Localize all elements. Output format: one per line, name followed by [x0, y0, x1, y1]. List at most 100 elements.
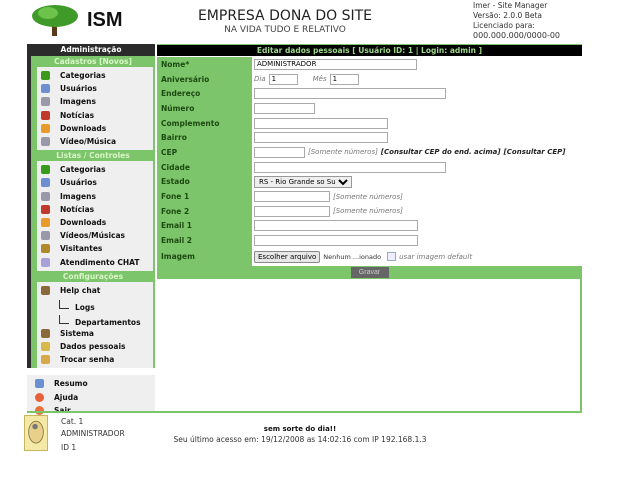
sidebar-item-label: Vídeo/Música — [60, 137, 117, 147]
nome-input[interactable] — [254, 58, 417, 70]
sidebar-item-label: Downloads — [60, 217, 107, 227]
video-icon — [41, 137, 50, 147]
complemento-label: Complemento — [157, 115, 252, 131]
email1-input[interactable] — [254, 220, 418, 232]
file-status: Nenhum ...ionado — [323, 252, 382, 261]
numero-label: Número — [157, 101, 252, 116]
license-number: 000.000.000/0000-00 — [473, 31, 561, 40]
sidebar-item-video-musica[interactable]: Vídeo/Música — [37, 135, 153, 148]
bairro-input[interactable] — [254, 132, 388, 144]
tree-branch-icon — [59, 314, 69, 324]
fone2-input[interactable] — [254, 205, 330, 217]
dia-input[interactable] — [268, 73, 298, 85]
sidebar-item-imagens[interactable]: Imagens — [37, 190, 153, 203]
sidebar-item-label: Visitantes — [60, 244, 103, 254]
sidebar-item-atendimento-chat[interactable]: Atendimento CHAT — [37, 255, 153, 268]
user-category: Cat. 1 — [61, 417, 84, 426]
numero-input[interactable] — [254, 102, 315, 114]
bottom-divider — [27, 411, 582, 413]
estado-select[interactable]: RS - Rio Grande so Sul — [254, 175, 352, 188]
sidebar-item-videos-musicas[interactable]: Vídeos/Músicas — [37, 229, 153, 242]
aniversario-label: Aniversário — [157, 71, 252, 87]
sidebar-item-label: Help chat — [60, 285, 101, 295]
bairro-label: Bairro — [157, 130, 252, 146]
sidebar-item-categorias[interactable]: Categorias — [37, 163, 153, 176]
user-icon — [41, 84, 50, 94]
category-icon — [41, 71, 50, 81]
menu-configuracoes: Help chat Logs Departamentos Sistema Dados p… — [37, 281, 153, 369]
sidebar-item-label: Usuários — [60, 178, 97, 188]
fone1-input[interactable] — [254, 191, 330, 203]
sidebar-item-ajuda[interactable]: Ajuda — [31, 391, 155, 404]
sidebar-item-trocar-senha[interactable]: Trocar senha — [37, 353, 153, 366]
imagem-label: Imagem — [157, 247, 252, 266]
sidebar-title: Administração — [27, 44, 155, 56]
sidebar-item-categorias[interactable]: Categorias — [37, 69, 153, 82]
menu-cadastros-novos: Categorias Usuários Imagens Notícias Downloa… — [37, 67, 153, 151]
tools-icon — [41, 285, 50, 295]
sidebar-item-sistema[interactable]: Sistema — [37, 327, 153, 340]
sidebar-item-usuarios[interactable]: Usuários — [37, 176, 153, 189]
email1-label: Email 1 — [157, 218, 252, 234]
download-icon — [41, 217, 50, 227]
complemento-input[interactable] — [254, 117, 388, 129]
consultar-cep-link[interactable]: [Consultar CEP] — [504, 148, 566, 156]
sidebar-item-departamentos[interactable]: Departamentos — [37, 312, 153, 327]
section-header-listas-controles: Listas / Controles — [56, 151, 130, 161]
endereco-input[interactable] — [254, 88, 446, 100]
site-subtitle: NA VIDA TUDO E RELATIVO — [224, 25, 346, 35]
visitors-icon — [41, 244, 50, 254]
user-name: ADMINISTRADOR — [61, 429, 125, 438]
sidebar-item-label: Notícias — [60, 110, 95, 120]
last-access: Seu último acesso em: 19/12/2008 as 14:0… — [173, 435, 427, 444]
sidebar-item-help-chat[interactable]: Help chat — [37, 284, 153, 297]
sidebar-item-label: Sistema — [60, 328, 94, 338]
license-info: Imer - Site Manager Versão: 2.0.0 Beta L… — [473, 1, 560, 41]
consultar-cep-endereco-link[interactable]: [Consultar CEP do end. acima] — [381, 148, 501, 156]
main-border — [580, 279, 582, 412]
sidebar-item-visitantes[interactable]: Visitantes — [37, 242, 153, 255]
sidebar-item-resumo[interactable]: Resumo — [31, 377, 155, 390]
licensed-to-label: Licenciado para: — [473, 21, 535, 30]
sidebar-item-noticias[interactable]: Notícias — [37, 109, 153, 122]
default-image-checkbox[interactable] — [387, 252, 397, 262]
sidebar-item-label: Downloads — [60, 123, 107, 133]
sidebar-item-label: Notícias — [60, 204, 95, 214]
cidade-input[interactable] — [254, 161, 446, 173]
sidebar-item-noticias[interactable]: Notícias — [37, 203, 153, 216]
lock-icon — [41, 355, 50, 365]
sidebar-item-label: Atendimento CHAT — [60, 257, 140, 267]
sidebar-item-downloads[interactable]: Downloads — [37, 216, 153, 229]
user-info: Cat. 1 ADMINISTRADOR ID 1 — [61, 416, 125, 454]
email2-input[interactable] — [254, 235, 418, 247]
logo: ISM — [30, 4, 140, 36]
sidebar-item-label: Categorias — [60, 71, 106, 81]
email2-label: Email 2 — [157, 233, 252, 248]
section-header-cadastros-novos: Cadastros [Novos] — [54, 57, 132, 66]
message-of-the-day: sem sorte do dia!! — [263, 425, 337, 433]
sidebar-item-label: Trocar senha — [60, 355, 115, 365]
sidebar-item-label: Vídeos/Músicas — [60, 231, 125, 241]
sidebar-item-usuarios[interactable]: Usuários — [37, 82, 153, 95]
choose-file-button[interactable]: Escolher arquivo — [254, 250, 321, 263]
cep-label: CEP — [157, 145, 252, 160]
nome-label: Nome* — [157, 57, 252, 72]
gravar-button[interactable]: Gravar — [350, 267, 389, 278]
fone1-hint: [Somente números] — [333, 192, 403, 201]
help-icon — [35, 392, 44, 402]
sidebar-item-label: Categorias — [60, 165, 106, 175]
personal-data-icon — [41, 342, 50, 352]
cidade-label: Cidade — [157, 159, 252, 175]
tree-logo-icon — [32, 5, 78, 36]
category-icon — [41, 165, 50, 175]
image-icon — [41, 97, 50, 107]
personal-data-form: Nome* AniversárioDiaMês Endereço Número … — [157, 57, 582, 266]
sidebar-item-logs[interactable]: Logs — [37, 297, 153, 312]
chat-icon — [41, 257, 50, 267]
cep-input[interactable] — [254, 146, 305, 158]
sidebar-item-downloads[interactable]: Downloads — [37, 122, 153, 135]
tree-branch-icon — [59, 299, 69, 309]
mes-input[interactable] — [329, 73, 359, 85]
sidebar-item-dados-pessoais[interactable]: Dados pessoais — [37, 340, 153, 353]
sidebar-item-imagens[interactable]: Imagens — [37, 95, 153, 108]
